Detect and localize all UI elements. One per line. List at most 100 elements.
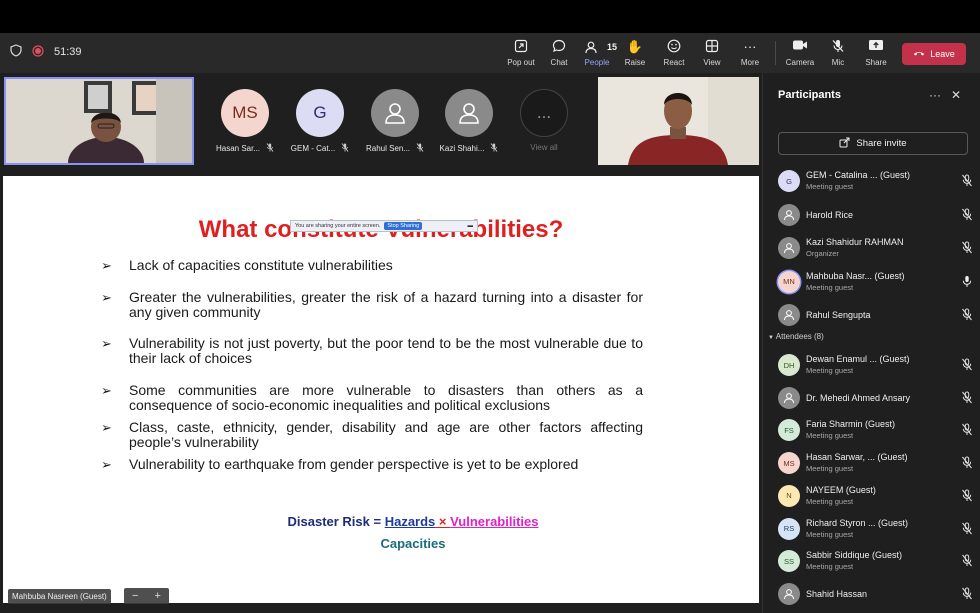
participant-row[interactable]: Harold Rice bbox=[778, 201, 973, 231]
zoom-in-button[interactable]: + bbox=[155, 590, 161, 602]
participant-role: Meeting guest bbox=[806, 529, 854, 539]
avatar-initials: ... bbox=[536, 103, 552, 122]
person-icon bbox=[371, 89, 419, 137]
zoom-out-button[interactable]: − bbox=[132, 590, 138, 602]
hide-notice-icon[interactable]: ▬ bbox=[468, 223, 474, 229]
react-label: React bbox=[663, 58, 685, 67]
more-button[interactable]: ··· More bbox=[730, 39, 770, 67]
mic-button[interactable]: Mic bbox=[818, 39, 858, 67]
arrow-bullet-icon: ➢ bbox=[101, 290, 112, 305]
stop-sharing-button[interactable]: Stop Sharing bbox=[384, 222, 423, 230]
share-invite-button[interactable]: Share invite bbox=[778, 132, 968, 155]
avatar: FS bbox=[778, 419, 800, 442]
attendees-header[interactable]: ▼ Attendees (8) bbox=[768, 332, 824, 341]
participant-role: Meeting guest bbox=[806, 496, 854, 506]
share-link-icon bbox=[839, 137, 850, 151]
raise-hand-button[interactable]: ✋ Raise bbox=[615, 39, 655, 67]
participant-row[interactable]: MN Mahbuba Nasr... (Guest) Meeting guest bbox=[778, 268, 973, 298]
participant-name: GEM - Cat... bbox=[290, 144, 336, 153]
gallery-participant[interactable]: MS Hasan Sar... bbox=[211, 89, 279, 154]
avatar: ... bbox=[520, 89, 568, 137]
participant-row[interactable]: Dr. Mehedi Ahmed Ansary bbox=[778, 384, 973, 414]
share-invite-label: Share invite bbox=[856, 138, 907, 149]
mic-off-icon bbox=[961, 174, 973, 192]
bullet-text: Vulnerability to earthquake from gender … bbox=[129, 456, 579, 472]
mic-label: Mic bbox=[831, 58, 845, 67]
view-button[interactable]: View bbox=[692, 39, 732, 67]
avatar: MS bbox=[221, 89, 269, 137]
participant-video-frame bbox=[598, 77, 759, 165]
video-tile-participant[interactable] bbox=[598, 77, 759, 165]
sharing-notice-text: You are sharing your entire screen. bbox=[295, 223, 381, 229]
avatar-initials: MN bbox=[783, 277, 795, 286]
chevron-down-icon: ▼ bbox=[768, 335, 774, 341]
avatar: DH bbox=[778, 354, 800, 376]
popout-label: Pop out bbox=[507, 58, 535, 67]
more-icon: ··· bbox=[743, 39, 757, 54]
leave-label: Leave bbox=[930, 49, 955, 59]
popout-button[interactable]: Pop out bbox=[501, 39, 541, 67]
formula-hazards: Hazards bbox=[384, 514, 436, 529]
call-timer: 51:39 bbox=[54, 46, 82, 58]
participant-name: Shahid Hassan bbox=[806, 588, 868, 599]
avatar-initials: N bbox=[786, 491, 792, 501]
arrow-bullet-icon: ➢ bbox=[101, 336, 112, 351]
avatar: N bbox=[778, 484, 800, 507]
participant-name: GEM - Catalina ... (Guest) bbox=[806, 170, 911, 180]
view-all-button[interactable]: ... View all bbox=[510, 89, 578, 152]
participant-role: Meeting guest bbox=[806, 464, 854, 474]
mic-off-icon bbox=[961, 587, 973, 605]
participant-role: Meeting guest bbox=[806, 431, 854, 441]
participant-row[interactable]: Kazi Shahidur RAHMAN Organizer bbox=[778, 234, 973, 264]
participants-panel: Participants ··· ✕ Share invite G GEM - C… bbox=[762, 73, 980, 613]
camera-icon bbox=[780, 39, 820, 55]
mic-off-icon bbox=[961, 308, 973, 326]
grid-icon bbox=[692, 39, 732, 55]
mic-on-icon bbox=[961, 275, 973, 293]
gallery-participant[interactable]: Kazi Shahi... bbox=[435, 89, 503, 154]
participant-name: Faria Sharmin (Guest) bbox=[806, 419, 896, 430]
camera-button[interactable]: Camera bbox=[780, 39, 820, 67]
participant-row[interactable]: Shahid Hassan bbox=[778, 580, 973, 610]
react-button[interactable]: React bbox=[654, 39, 694, 67]
leave-button[interactable]: Leave bbox=[902, 43, 966, 65]
avatar: RS bbox=[778, 517, 800, 540]
attendees-header-label: Attendees (8) bbox=[775, 332, 824, 341]
video-tile-presenter[interactable] bbox=[4, 77, 194, 165]
participant-row[interactable]: FS Faria Sharmin (Guest) Meeting guest bbox=[778, 416, 973, 446]
chat-button[interactable]: Chat bbox=[539, 39, 579, 67]
avatar-initials: MS bbox=[783, 458, 795, 468]
participant-row[interactable]: SS Sabbir Siddique (Guest) Meeting guest bbox=[778, 547, 973, 577]
presenter-name-tag: Mahbuba Nasreen (Guest) bbox=[8, 589, 111, 604]
mic-off-icon bbox=[818, 39, 858, 55]
avatar: MS bbox=[778, 452, 800, 475]
participant-role: Meeting guest bbox=[806, 282, 854, 292]
participant-row[interactable]: G GEM - Catalina ... (Guest) Meeting guest bbox=[778, 167, 973, 197]
gallery-participant[interactable]: G GEM - Cat... bbox=[286, 89, 354, 154]
more-options-icon[interactable]: ··· bbox=[929, 88, 941, 102]
participant-row[interactable]: MS Hasan Sarwar, ... (Guest) Meeting guest bbox=[778, 449, 973, 479]
person-icon bbox=[778, 386, 800, 409]
avatar-initials: DH bbox=[783, 360, 795, 370]
formula-times: × bbox=[435, 514, 451, 529]
participant-row[interactable]: RS Richard Styron ... (Guest) Meeting gues… bbox=[778, 515, 973, 545]
participant-role: Organizer bbox=[806, 249, 839, 258]
disaster-risk-formula: Disaster Risk = Hazards × Vulnerabilitie… bbox=[3, 514, 823, 529]
participant-role: Meeting guest bbox=[806, 182, 854, 191]
share-label: Share bbox=[865, 58, 887, 67]
avatar: MN bbox=[778, 270, 800, 293]
share-button[interactable]: Share bbox=[856, 39, 896, 67]
avatar-initials: MS bbox=[232, 103, 258, 122]
participant-row[interactable]: Rahul Sengupta bbox=[778, 301, 973, 331]
formula-lhs: Disaster Risk = bbox=[287, 514, 385, 529]
mic-off-icon bbox=[416, 143, 424, 154]
participant-row[interactable]: N NAYEEM (Guest) Meeting guest bbox=[778, 482, 973, 512]
close-icon[interactable]: ✕ bbox=[951, 88, 961, 102]
people-button[interactable]: 15 People bbox=[577, 39, 617, 67]
slide-bullet: ➢ Vulnerability to earthquake from gender… bbox=[101, 456, 643, 473]
arrow-bullet-icon: ➢ bbox=[101, 457, 112, 472]
meeting-toolbar: 51:39 Pop out Chat 15 People ✋ Raise Rea… bbox=[0, 33, 980, 73]
participant-row[interactable]: DH Dewan Enamul ... (Guest) Meeting guest bbox=[778, 351, 973, 381]
gallery-participant[interactable]: Rahul Sen... bbox=[361, 89, 429, 154]
arrow-bullet-icon: ➢ bbox=[101, 383, 112, 398]
